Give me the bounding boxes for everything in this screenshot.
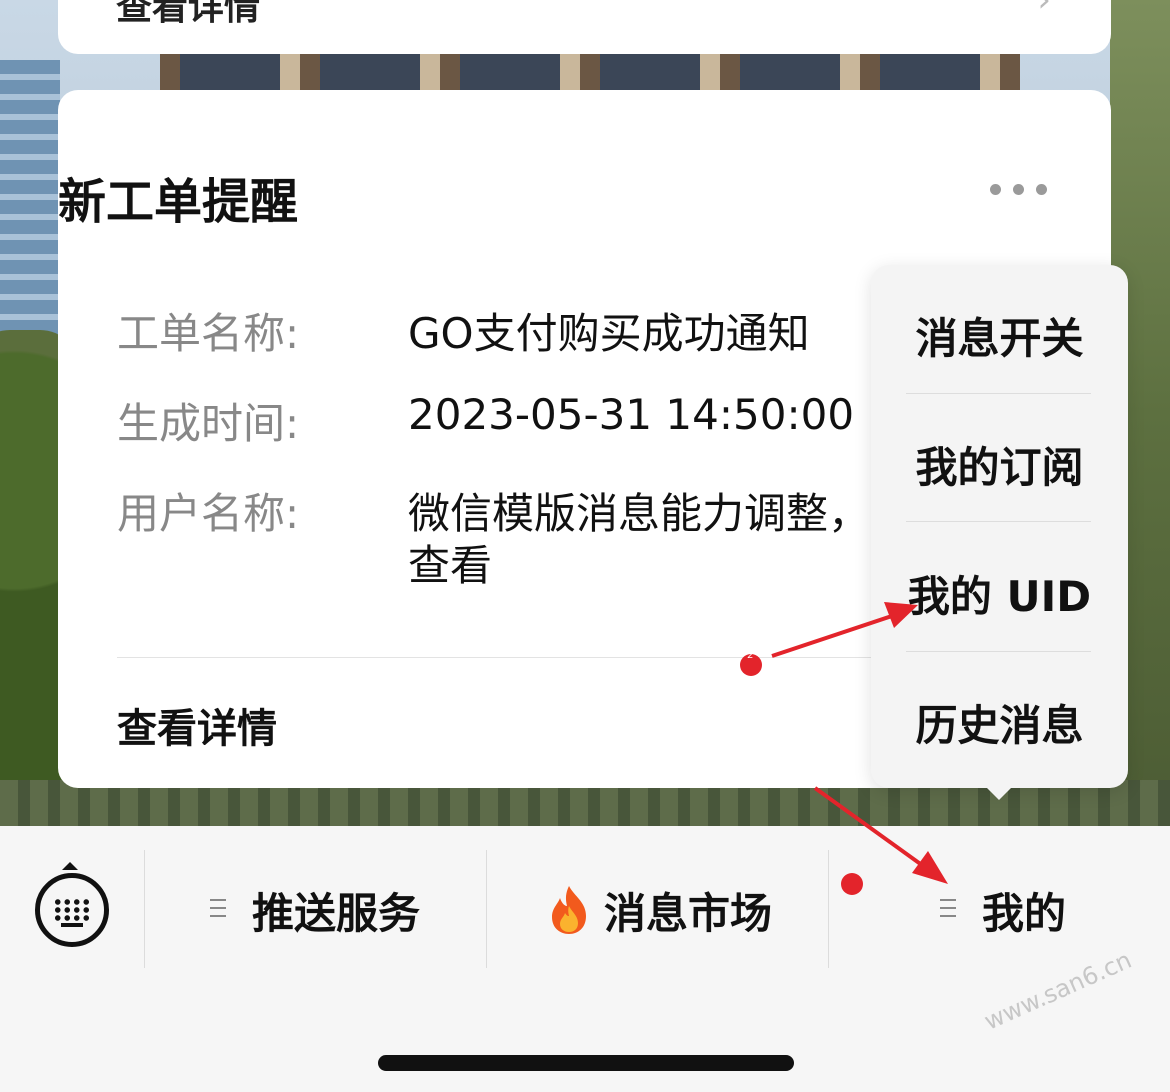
tab-message-market[interactable]: 消息市场 <box>546 880 772 940</box>
menu-separator <box>906 521 1091 522</box>
menu-icon <box>210 899 226 921</box>
created-time-value: 2023-05-31 14:50:00 <box>408 390 855 439</box>
view-details-link[interactable]: 查看详情 <box>117 696 277 754</box>
menu-item-message-history[interactable]: 历史消息 <box>871 692 1128 753</box>
annotation-number: 2 <box>747 650 754 661</box>
tab-message-market-label: 消息市场 <box>604 888 773 938</box>
order-name-label: 工单名称: <box>117 309 300 358</box>
tab-separator <box>144 850 145 968</box>
user-name-value-line2: 查看 <box>408 541 493 590</box>
keyboard-icon[interactable] <box>35 873 109 947</box>
home-indicator[interactable] <box>378 1055 794 1071</box>
annotation-dot: 2 <box>740 650 762 676</box>
order-name-value: GO支付购买成功通知 <box>408 309 810 358</box>
annotation-dot <box>841 873 863 895</box>
chevron-right-icon: › <box>1037 0 1051 20</box>
tab-separator <box>828 850 829 968</box>
user-name-label: 用户名称: <box>117 489 300 538</box>
menu-separator <box>906 393 1091 394</box>
menu-separator <box>906 651 1091 652</box>
menu-item-my-uid[interactable]: 我的 UID <box>871 563 1128 624</box>
tab-push-service-label: 推送服务 <box>252 888 421 938</box>
more-options-icon[interactable] <box>990 182 1050 196</box>
tab-mine-label: 我的 <box>982 888 1067 938</box>
created-time-label: 生成时间: <box>117 399 300 448</box>
menu-item-my-subscriptions[interactable]: 我的订阅 <box>871 434 1128 495</box>
tab-separator <box>486 850 487 968</box>
previous-card-details-link[interactable]: 查看详情 <box>116 0 260 30</box>
tab-mine[interactable]: 我的 <box>940 880 1066 940</box>
bottom-menu-bar <box>0 826 1170 1092</box>
menu-icon <box>940 899 956 921</box>
tab-push-service[interactable]: 推送服务 <box>210 880 420 940</box>
card-title: 新工单提醒 <box>58 174 299 230</box>
caret-up-icon <box>62 862 78 870</box>
menu-item-message-switch[interactable]: 消息开关 <box>871 305 1128 366</box>
previous-message-card[interactable]: 查看详情 › <box>58 0 1111 54</box>
fire-icon <box>546 884 592 936</box>
popup-arrow <box>985 786 1013 800</box>
